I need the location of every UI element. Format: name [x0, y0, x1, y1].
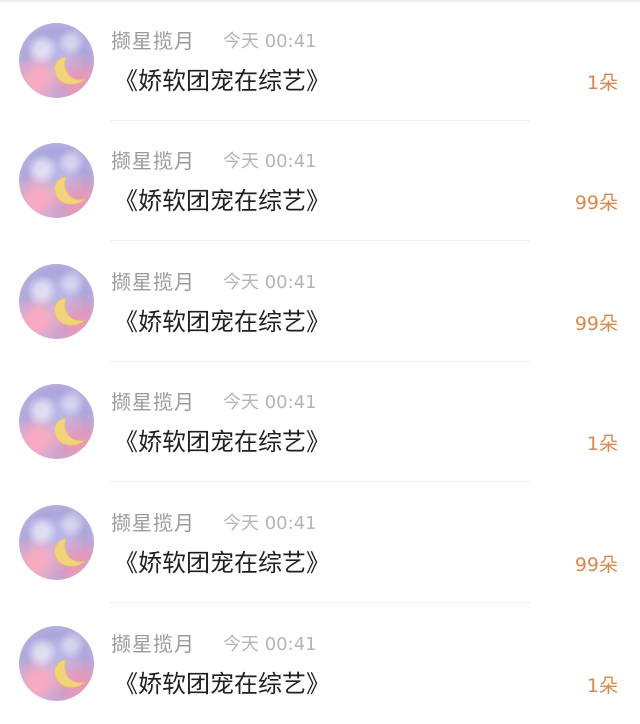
username[interactable]: 撷星揽月: [111, 510, 195, 536]
timestamp: 今天 00:41: [223, 272, 317, 293]
username[interactable]: 撷星揽月: [111, 631, 195, 657]
book-title[interactable]: 《娇软团宠在综艺》: [114, 64, 330, 98]
list-item[interactable]: 撷星揽月 今天 00:41 《娇软团宠在综艺》 1朵: [0, 0, 640, 121]
avatar[interactable]: [19, 626, 94, 701]
list-item[interactable]: 撷星揽月 今天 00:41 《娇软团宠在综艺》 99朵: [0, 120, 640, 241]
list-item[interactable]: 撷星揽月 今天 00:41 《娇软团宠在综艺》 99朵: [0, 482, 640, 603]
username[interactable]: 撷星揽月: [111, 148, 195, 174]
flower-count: 99朵: [574, 554, 618, 576]
avatar[interactable]: [19, 505, 94, 580]
book-title[interactable]: 《娇软团宠在综艺》: [114, 546, 330, 580]
book-title[interactable]: 《娇软团宠在综艺》: [114, 184, 330, 218]
flower-count: 1朵: [586, 433, 618, 455]
username[interactable]: 撷星揽月: [111, 28, 195, 54]
book-title[interactable]: 《娇软团宠在综艺》: [114, 425, 330, 459]
timestamp: 今天 00:41: [223, 513, 317, 534]
book-title[interactable]: 《娇软团宠在综艺》: [114, 305, 330, 339]
list-item[interactable]: 撷星揽月 今天 00:41 《娇软团宠在综艺》 99朵: [0, 241, 640, 362]
moon-avatar-icon: [54, 297, 86, 326]
flower-count: 99朵: [574, 192, 618, 214]
timestamp: 今天 00:41: [223, 31, 317, 52]
avatar[interactable]: [19, 23, 94, 98]
list-item[interactable]: 撷星揽月 今天 00:41 《娇软团宠在综艺》 1朵: [0, 361, 640, 482]
moon-avatar-icon: [54, 56, 86, 85]
flower-count: 1朵: [586, 675, 618, 697]
list-item[interactable]: 撷星揽月 今天 00:41 《娇软团宠在综艺》 1朵: [0, 603, 640, 723]
moon-avatar-icon: [54, 417, 86, 446]
flower-count: 1朵: [586, 72, 618, 94]
timestamp: 今天 00:41: [223, 151, 317, 172]
flower-count: 99朵: [574, 313, 618, 335]
moon-avatar-icon: [54, 538, 86, 567]
avatar[interactable]: [19, 143, 94, 218]
gift-record-list: 撷星揽月 今天 00:41 《娇软团宠在综艺》 1朵 撷星揽月 今天 00:41…: [0, 0, 640, 724]
book-title[interactable]: 《娇软团宠在综艺》: [114, 667, 330, 701]
avatar[interactable]: [19, 384, 94, 459]
avatar[interactable]: [19, 264, 94, 339]
timestamp: 今天 00:41: [223, 392, 317, 413]
timestamp: 今天 00:41: [223, 634, 317, 655]
moon-avatar-icon: [54, 176, 86, 205]
username[interactable]: 撷星揽月: [111, 389, 195, 415]
moon-avatar-icon: [54, 659, 86, 688]
username[interactable]: 撷星揽月: [111, 269, 195, 295]
